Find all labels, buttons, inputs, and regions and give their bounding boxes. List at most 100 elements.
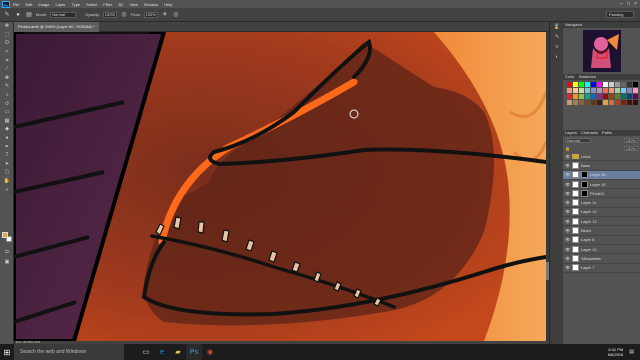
swatch-color[interactable] — [609, 100, 614, 105]
swatch-color[interactable] — [621, 82, 626, 87]
lasso-tool-icon[interactable]: ʘ — [0, 39, 14, 48]
photoshop-taskbar-icon[interactable]: Ps — [186, 344, 202, 360]
brush-presets-panel-icon[interactable]: ✎ — [550, 32, 564, 42]
blur-tool-icon[interactable]: ◆ — [0, 125, 14, 134]
brush-panel-icon[interactable]: ▤ — [25, 11, 33, 19]
swatch-color[interactable] — [621, 94, 626, 99]
eye-icon[interactable]: 👁 — [565, 182, 570, 187]
swatch-color[interactable] — [597, 94, 602, 99]
eye-icon[interactable]: 👁 — [565, 191, 570, 196]
move-tool-icon[interactable]: ✥ — [0, 22, 14, 31]
swatch-color[interactable] — [579, 94, 584, 99]
swatch-color[interactable] — [615, 100, 620, 105]
swatch-color[interactable] — [591, 100, 596, 105]
brush-tool-icon[interactable]: ✎ — [0, 82, 14, 91]
eye-icon[interactable]: 👁 — [565, 209, 570, 214]
menu-select[interactable]: Select — [86, 2, 97, 7]
history-panel-icon[interactable]: ⌛ — [550, 22, 564, 32]
quick-select-tool-icon[interactable]: ✧ — [0, 48, 14, 57]
crop-tool-icon[interactable]: ⌗ — [0, 56, 14, 65]
swatch-color[interactable] — [621, 100, 626, 105]
swatch-color[interactable] — [597, 88, 602, 93]
swatches-grid[interactable] — [563, 80, 640, 107]
swatch-color[interactable] — [633, 88, 638, 93]
eye-icon[interactable]: 👁 — [565, 200, 570, 205]
path-select-tool-icon[interactable]: ➤ — [0, 160, 14, 169]
swatch-color[interactable] — [633, 94, 638, 99]
layer-row[interactable]: 👁 Silhouettes — [563, 254, 640, 264]
foreground-color-swatch[interactable] — [2, 232, 8, 238]
menu-view[interactable]: View — [129, 2, 138, 7]
eyedropper-tool-icon[interactable]: ⁄ — [0, 65, 14, 74]
taskbar-search-box[interactable]: Search the web and Windows — [14, 344, 124, 360]
swatch-color[interactable] — [591, 94, 596, 99]
gradient-tool-icon[interactable]: ▦ — [0, 117, 14, 126]
flow-field[interactable]: 100% — [143, 11, 158, 18]
type-tool-icon[interactable]: T — [0, 151, 14, 160]
menu-edit[interactable]: Edit — [25, 2, 32, 7]
swatch-color[interactable] — [609, 94, 614, 99]
adjustments-panel-icon[interactable]: ◐ — [550, 52, 564, 62]
menu-window[interactable]: Window — [144, 2, 158, 7]
swatch-color[interactable] — [579, 88, 584, 93]
tab-swatches[interactable]: Swatches — [579, 74, 596, 80]
swatch-color[interactable] — [615, 88, 620, 93]
file-explorer-icon[interactable]: ▰ — [170, 344, 186, 360]
pen-tool-icon[interactable]: ✒ — [0, 142, 14, 151]
pressure-opacity-icon[interactable]: ◎ — [120, 11, 128, 19]
swatch-color[interactable] — [633, 82, 638, 87]
brush-preset-icon[interactable]: ● — [14, 11, 22, 19]
layer-row[interactable]: 👁 Layer 12 — [563, 208, 640, 218]
eye-icon[interactable]: 👁 — [565, 256, 570, 261]
marquee-tool-icon[interactable]: ⬚ — [0, 31, 14, 40]
swatch-color[interactable] — [591, 82, 596, 87]
navigator-tab[interactable]: Navigator — [565, 22, 582, 28]
layer-row[interactable]: 👁 Layer 7 — [563, 264, 640, 273]
swatch-color[interactable] — [585, 94, 590, 99]
navigator-thumbnail[interactable] — [582, 30, 621, 72]
swatch-color[interactable] — [609, 82, 614, 87]
menu-3d[interactable]: 3D — [118, 2, 123, 7]
screen-mode-icon[interactable]: ▣ — [0, 258, 14, 267]
eye-icon[interactable]: 👁 — [565, 228, 570, 233]
menu-type[interactable]: Type — [72, 2, 81, 7]
menu-layer[interactable]: Layer — [55, 2, 65, 7]
swatch-color[interactable] — [603, 88, 608, 93]
swatch-color[interactable] — [567, 88, 572, 93]
layer-row[interactable]: 👁 Layer 11 — [563, 198, 640, 208]
minimize-icon[interactable]: – — [620, 1, 623, 7]
swatch-color[interactable] — [621, 88, 626, 93]
layer-row[interactable]: 👁 Base — [563, 161, 640, 171]
history-brush-tool-icon[interactable]: ↺ — [0, 99, 14, 108]
healing-tool-icon[interactable]: ✚ — [0, 74, 14, 83]
color-swatches[interactable] — [2, 232, 12, 242]
pressure-size-icon[interactable]: ◎ — [172, 11, 180, 19]
layer-row[interactable]: 👁 Layer 8 — [563, 236, 640, 245]
notification-icon[interactable]: ▤ — [629, 349, 634, 355]
swatch-color[interactable] — [579, 82, 584, 87]
menu-filter[interactable]: Filter — [103, 2, 112, 7]
layer-row[interactable]: 👁 Blush — [563, 226, 640, 236]
layer-opacity-field[interactable]: 100% — [623, 137, 638, 143]
opacity-field[interactable]: 100% — [102, 11, 118, 18]
swatch-color[interactable] — [585, 88, 590, 93]
hand-tool-icon[interactable]: ✋ — [0, 177, 14, 186]
swatch-color[interactable] — [579, 100, 584, 105]
swatch-color[interactable] — [567, 82, 572, 87]
tab-layers[interactable]: Layers — [565, 130, 577, 136]
mode-select[interactable]: Normal — [50, 11, 77, 18]
eye-icon[interactable]: 👁 — [565, 163, 570, 168]
swatch-color[interactable] — [603, 94, 608, 99]
swatch-color[interactable] — [633, 100, 638, 105]
swatch-color[interactable] — [609, 88, 614, 93]
eye-icon[interactable]: 👁 — [565, 247, 570, 252]
tab-color[interactable]: Color — [565, 74, 575, 80]
layer-row[interactable]: 👁 Layer 16 — [563, 170, 640, 180]
swatch-color[interactable] — [603, 82, 608, 87]
swatch-color[interactable] — [573, 88, 578, 93]
lock-icon[interactable]: 🔒 — [565, 146, 570, 151]
layer-row[interactable]: 👁 Pinkie/2 — [563, 189, 640, 199]
swatch-color[interactable] — [627, 82, 632, 87]
tab-channels[interactable]: Channels — [581, 130, 598, 136]
menu-image[interactable]: Image — [38, 2, 49, 7]
